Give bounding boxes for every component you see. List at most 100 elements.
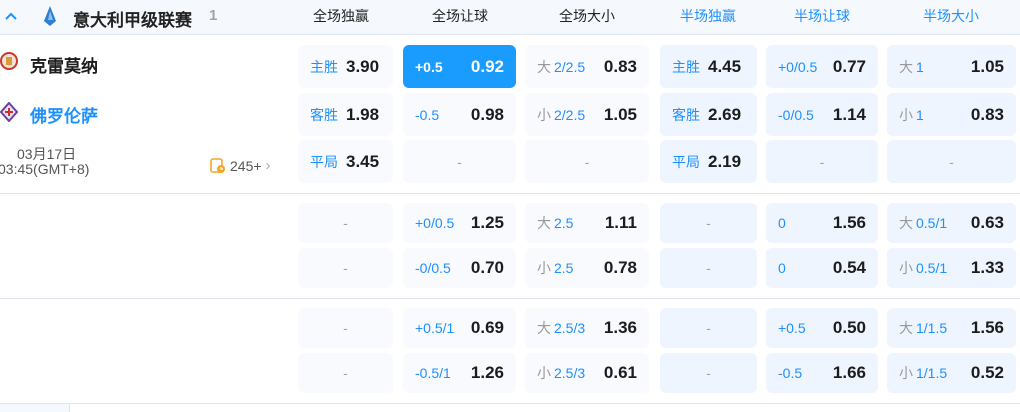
outcome-label: 客胜 (310, 106, 338, 123)
handicap-line: 2.5/3 (554, 320, 586, 336)
over-under-side: 大 (537, 58, 551, 75)
odds-cell[interactable]: 大 1 1.05 (887, 45, 1016, 88)
footer-tab (0, 404, 70, 412)
empty-odds: - (343, 260, 348, 276)
odds-cell: - (298, 308, 393, 348)
empty-odds: - (584, 153, 590, 170)
odds-cell[interactable]: 小 2.5 0.78 (525, 248, 649, 288)
odds-cell[interactable]: -0.5/1 1.26 (403, 353, 516, 393)
odds-cell[interactable]: 主胜 4.45 (660, 45, 757, 88)
over-under-side: 大 (899, 215, 913, 231)
column-header: 全场让球 (432, 8, 488, 24)
league-name[interactable]: 意大利甲级联赛 (73, 6, 192, 31)
over-under-side: 小 (537, 106, 551, 123)
empty-odds: - (706, 320, 711, 336)
odds-cell: - (660, 203, 757, 243)
more-markets-count: 245+ (230, 157, 262, 174)
collapse-chevron-icon[interactable] (4, 11, 18, 21)
odds-cell[interactable]: 小 1 0.83 (887, 93, 1016, 136)
over-under-side: 大 (537, 320, 551, 336)
odds-cell[interactable]: 小 1/1.5 0.52 (887, 353, 1016, 393)
odds-value: 0.61 (603, 363, 637, 382)
odds-value: 1.36 (603, 318, 637, 337)
odds-cell[interactable]: 平局 3.45 (298, 140, 393, 183)
column-header: 半场大小 (923, 8, 979, 24)
odds-cell[interactable]: -0/0.5 1.14 (766, 93, 878, 136)
odds-cell[interactable]: +0.5 0.50 (766, 308, 878, 348)
odds-cell: - (525, 140, 649, 183)
handicap-line: +0.5 (415, 58, 443, 75)
odds-cell: - (403, 140, 516, 183)
away-team-logo-icon (0, 102, 18, 122)
odds-value: 0.63 (970, 213, 1004, 232)
odds-cell: - (298, 203, 393, 243)
odds-cell[interactable]: +0.5/1 0.69 (403, 308, 516, 348)
odds-value: 0.50 (832, 318, 866, 337)
odds-cell: - (660, 353, 757, 393)
handicap-line: 2.5/3 (554, 365, 586, 381)
odds-value: 0.69 (470, 318, 504, 337)
odds-cell[interactable]: 小 2.5/3 0.61 (525, 353, 649, 393)
odds-cell[interactable]: 平局 2.19 (660, 140, 757, 183)
empty-odds: - (343, 320, 348, 336)
odds-cell[interactable]: 大 2.5 1.11 (525, 203, 649, 243)
home-team-name[interactable]: 克雷莫纳 (30, 52, 98, 77)
over-under-side: 大 (899, 320, 913, 336)
outcome-label: 客胜 (672, 106, 700, 123)
handicap-line: 0.5/1 (916, 215, 948, 231)
handicap-line: -0/0.5 (415, 260, 451, 276)
handicap-line: 1 (916, 58, 924, 75)
odds-cell[interactable]: +0/0.5 1.25 (403, 203, 516, 243)
odds-cell[interactable]: -0/0.5 0.70 (403, 248, 516, 288)
odds-cell[interactable]: 大 2/2.5 0.83 (525, 45, 649, 88)
odds-cell[interactable]: +0.5 0.92 (403, 45, 516, 88)
column-header: 全场大小 (559, 8, 615, 24)
outcome-label: 主胜 (310, 58, 338, 75)
odds-value: 2.19 (708, 151, 742, 171)
odds-value: 1.66 (832, 363, 866, 382)
handicap-line: 2.5 (554, 215, 574, 231)
handicap-line: -0.5 (778, 365, 803, 381)
odds-cell: - (766, 140, 878, 183)
odds-cell[interactable]: 大 1/1.5 1.56 (887, 308, 1016, 348)
odds-cell[interactable]: 客胜 2.69 (660, 93, 757, 136)
odds-cell: - (887, 140, 1016, 183)
over-under-side: 小 (537, 365, 551, 381)
odds-value: 0.78 (603, 258, 637, 277)
odds-cell[interactable]: -0.5 0.98 (403, 93, 516, 136)
odds-cell[interactable]: 小 2/2.5 1.05 (525, 93, 649, 136)
odds-value: 1.33 (970, 258, 1004, 277)
divider (0, 298, 1020, 299)
odds-value: 0.83 (970, 104, 1004, 124)
handicap-line: 0 (778, 260, 786, 276)
over-under-side: 大 (537, 215, 551, 231)
odds-value: 1.98 (346, 104, 380, 124)
more-markets-link[interactable]: 245+ › (210, 157, 271, 174)
odds-cell[interactable]: 0 0.54 (766, 248, 878, 288)
home-team-logo-icon (0, 52, 18, 70)
odds-value: 0.83 (603, 56, 637, 76)
empty-odds: - (343, 215, 348, 231)
odds-value: 1.56 (832, 213, 866, 232)
empty-odds: - (343, 365, 348, 381)
over-under-side: 大 (899, 58, 913, 75)
serie-a-logo-icon (44, 6, 56, 26)
odds-cell[interactable]: 0 1.56 (766, 203, 878, 243)
odds-value: 2.69 (708, 104, 742, 124)
odds-cell: - (298, 353, 393, 393)
odds-cell[interactable]: 主胜 3.90 (298, 45, 393, 88)
odds-cell[interactable]: 大 0.5/1 0.63 (887, 203, 1016, 243)
handicap-line: +0/0.5 (415, 215, 455, 231)
empty-odds: - (706, 365, 711, 381)
handicap-line: 2.5 (554, 260, 574, 276)
odds-cell[interactable]: +0/0.5 0.77 (766, 45, 878, 88)
odds-cell[interactable]: -0.5 1.66 (766, 353, 878, 393)
league-match-count: 1 (209, 7, 218, 24)
odds-value: 0.92 (470, 56, 504, 76)
away-team-name[interactable]: 佛罗伦萨 (30, 102, 98, 127)
odds-cell[interactable]: 客胜 1.98 (298, 93, 393, 136)
odds-cell[interactable]: 大 2.5/3 1.36 (525, 308, 649, 348)
odds-value: 1.11 (604, 213, 637, 232)
odds-cell[interactable]: 小 0.5/1 1.33 (887, 248, 1016, 288)
empty-odds: - (949, 153, 954, 170)
